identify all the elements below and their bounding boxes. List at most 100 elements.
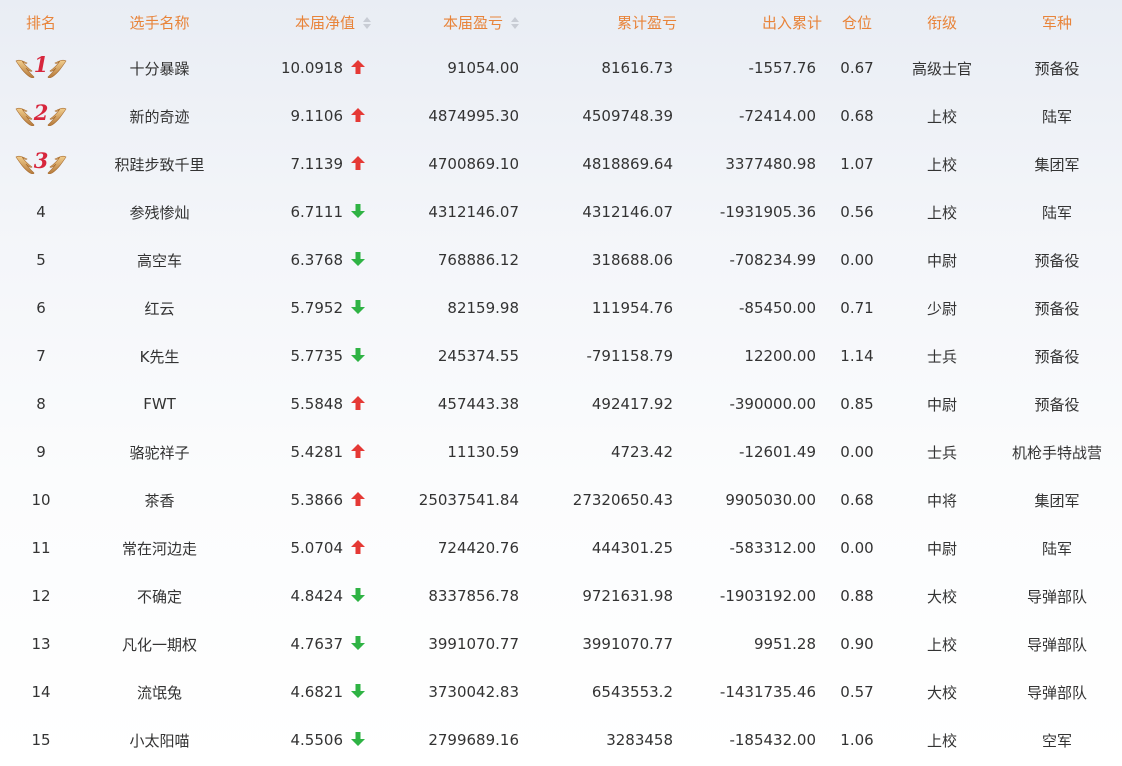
total-profit-cell: -791158.79 <box>586 347 673 365</box>
net-value: 6.7111 <box>291 203 368 221</box>
total-profit-cell: 4723.42 <box>610 443 673 461</box>
table-row[interactable]: 2 新的奇迹 9.1106 4874995.30 4509748.39 -724… <box>0 92 1122 140</box>
table-row[interactable]: 5 高空车 6.3768 768886.12 318688.06 -708234… <box>0 236 1122 284</box>
table-row[interactable]: 4 参残惨灿 6.7111 4312146.07 4312146.07 -193… <box>0 188 1122 236</box>
player-name[interactable]: 常在河边走 <box>82 524 237 572</box>
inout-cell: 3377480.98 <box>725 155 816 173</box>
net-value: 4.5506 <box>291 731 368 749</box>
position-cell: 1.14 <box>840 347 874 365</box>
net-value-text: 5.0704 <box>290 539 344 557</box>
player-name[interactable]: 参残惨灿 <box>82 188 237 236</box>
arrow-down-icon <box>351 684 365 698</box>
arrow-up-icon <box>351 396 365 410</box>
header-profit[interactable]: 本届盈亏 <box>377 0 527 44</box>
branch-cell: 机枪手特战营 <box>1011 443 1102 462</box>
rank-cell: 5 <box>0 236 82 284</box>
title-cell: 少尉 <box>926 299 957 318</box>
rank-number: 9 <box>36 443 46 461</box>
position-cell: 0.00 <box>840 251 874 269</box>
profit-cell: 768886.12 <box>437 251 519 269</box>
player-name[interactable]: 骆驼祥子 <box>82 428 237 476</box>
table-row[interactable]: 13 凡化一期权 4.7637 3991070.77 3991070.77 99… <box>0 620 1122 668</box>
player-name[interactable]: 小太阳喵 <box>82 716 237 764</box>
rank-cell: 10 <box>0 476 82 524</box>
position-cell: 1.07 <box>840 155 874 173</box>
player-name[interactable]: 新的奇迹 <box>82 92 237 140</box>
header-net-value[interactable]: 本届净值 <box>237 0 377 44</box>
net-value-cell: 4.6821 <box>237 668 377 716</box>
table-row[interactable]: 1 十分暴躁 10.0918 91054.00 81616.73 -1557.7… <box>0 44 1122 92</box>
header-player-name: 选手名称 <box>129 13 190 32</box>
net-value: 4.8424 <box>291 587 368 605</box>
total-profit-cell: 27320650.43 <box>572 491 673 509</box>
medal-rank-number: 1 <box>33 52 49 77</box>
total-profit-cell: 4509748.39 <box>582 107 673 125</box>
table-row[interactable]: 10 茶香 5.3866 25037541.84 27320650.43 990… <box>0 476 1122 524</box>
table-row[interactable]: 7 K先生 5.7735 245374.55 -791158.79 12200.… <box>0 332 1122 380</box>
net-value: 5.3866 <box>291 491 368 509</box>
profit-cell: 8337856.78 <box>428 587 519 605</box>
net-value-cell: 5.7735 <box>237 332 377 380</box>
title-cell: 士兵 <box>926 443 957 462</box>
net-value: 5.4281 <box>291 443 368 461</box>
table-row[interactable]: 15 小太阳喵 4.5506 2799689.16 3283458 -18543… <box>0 716 1122 764</box>
table-row[interactable]: 6 红云 5.7952 82159.98 111954.76 -85450.00… <box>0 284 1122 332</box>
rank-cell: 1 <box>0 44 82 92</box>
title-cell: 上校 <box>926 107 957 126</box>
table-row[interactable]: 3 积跬步致千里 7.1139 4700869.10 4818869.64 33… <box>0 140 1122 188</box>
position-cell: 0.56 <box>840 203 874 221</box>
table-row[interactable]: 12 不确定 4.8424 8337856.78 9721631.98 -190… <box>0 572 1122 620</box>
position-cell: 0.67 <box>840 59 874 77</box>
arrow-down-icon <box>351 636 365 650</box>
total-profit-cell: 111954.76 <box>591 299 673 317</box>
player-name[interactable]: 积跬步致千里 <box>82 140 237 188</box>
table-row[interactable]: 11 常在河边走 5.0704 724420.76 444301.25 -583… <box>0 524 1122 572</box>
title-cell: 中尉 <box>926 395 957 414</box>
title-cell: 大校 <box>926 683 957 702</box>
sort-icon[interactable] <box>363 16 371 29</box>
header-title: 衔级 <box>926 13 957 32</box>
table-row[interactable]: 9 骆驼祥子 5.4281 11130.59 4723.42 -12601.49… <box>0 428 1122 476</box>
arrow-up-icon <box>351 156 365 170</box>
rank-medal: 2 <box>14 101 68 131</box>
rank-cell: 11 <box>0 524 82 572</box>
arrow-down-icon <box>351 300 365 314</box>
rank-cell: 14 <box>0 668 82 716</box>
table-row[interactable]: 14 流氓兔 4.6821 3730042.83 6543553.2 -1431… <box>0 668 1122 716</box>
profit-cell: 91054.00 <box>447 59 519 77</box>
net-value: 9.1106 <box>291 107 368 125</box>
inout-cell: -1903192.00 <box>719 587 816 605</box>
total-profit-cell: 3283458 <box>606 731 673 749</box>
player-name[interactable]: 十分暴躁 <box>82 44 237 92</box>
net-value-cell: 5.3866 <box>237 476 377 524</box>
net-value-text: 6.3768 <box>290 251 344 269</box>
player-name[interactable]: FWT <box>82 380 237 428</box>
total-profit-cell: 444301.25 <box>591 539 673 557</box>
player-name[interactable]: 流氓兔 <box>82 668 237 716</box>
arrow-down-icon <box>351 588 365 602</box>
net-value-cell: 5.5848 <box>237 380 377 428</box>
player-name[interactable]: K先生 <box>82 332 237 380</box>
inout-cell: -583312.00 <box>729 539 816 557</box>
title-cell: 上校 <box>926 155 957 174</box>
sort-icon[interactable] <box>511 16 519 29</box>
net-value-cell: 5.4281 <box>237 428 377 476</box>
rank-cell: 9 <box>0 428 82 476</box>
player-name[interactable]: 高空车 <box>82 236 237 284</box>
net-value-text: 5.7952 <box>290 299 344 317</box>
inout-cell: -85450.00 <box>739 299 816 317</box>
title-cell: 高级士官 <box>911 59 972 78</box>
net-value-text: 4.7637 <box>290 635 344 653</box>
player-name[interactable]: 茶香 <box>82 476 237 524</box>
table-header-row: 排名 选手名称 本届净值 本届盈亏 累计盈亏 出入累计 仓位 衔级 军种 <box>0 0 1122 44</box>
player-name[interactable]: 不确定 <box>82 572 237 620</box>
net-value: 5.7952 <box>291 299 368 317</box>
player-name[interactable]: 红云 <box>82 284 237 332</box>
table-row[interactable]: 8 FWT 5.5848 457443.38 492417.92 -390000… <box>0 380 1122 428</box>
net-value: 5.7735 <box>291 347 368 365</box>
net-value-cell: 4.5506 <box>237 716 377 764</box>
rank-number: 5 <box>36 251 46 269</box>
branch-cell: 预备役 <box>1034 59 1080 78</box>
player-name[interactable]: 凡化一期权 <box>82 620 237 668</box>
rank-number: 6 <box>36 299 46 317</box>
